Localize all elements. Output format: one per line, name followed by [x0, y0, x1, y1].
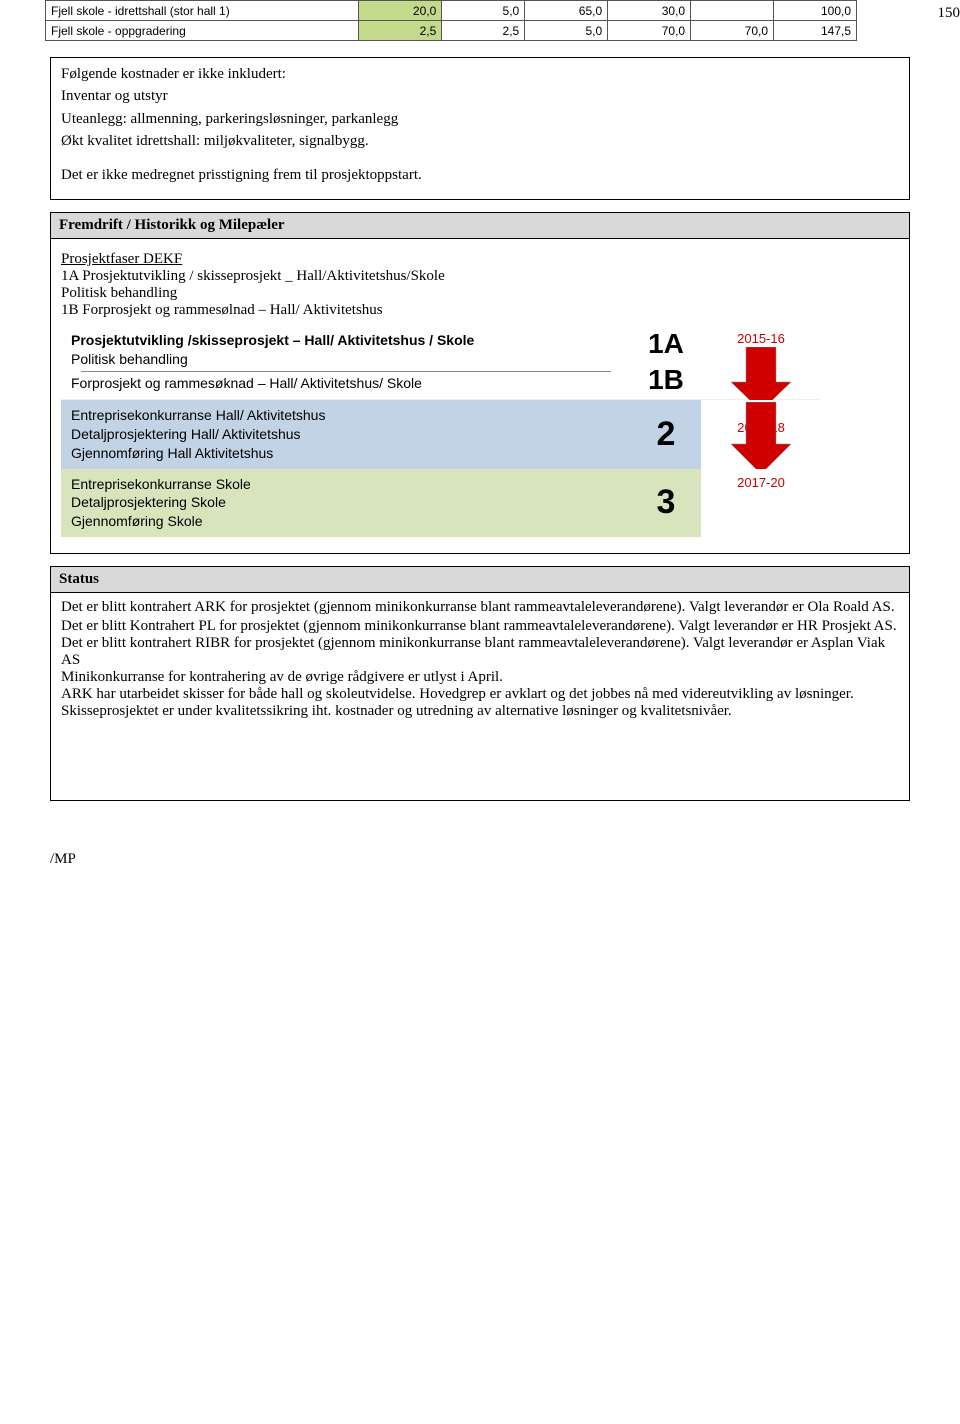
phase-text: Detaljprosjektering Hall/ Aktivitetshus	[71, 426, 301, 442]
cell	[691, 1, 774, 21]
footer-signature: /MP	[50, 851, 910, 868]
status-header: Status	[51, 567, 909, 593]
cell: 30,0	[608, 1, 691, 21]
year-label: 2015-16	[726, 331, 796, 346]
phase-num-1a: 1A	[648, 328, 684, 360]
cell: 2,5	[359, 21, 442, 41]
phase-text: Detaljprosjektering Skole	[71, 494, 226, 510]
text: Skisseprosjektet er under kvalitetssikri…	[61, 703, 899, 720]
text: Inventar og utstyr	[61, 86, 899, 106]
text: Minikonkurranse for kontrahering av de ø…	[61, 669, 899, 686]
year-label: 2017-20	[726, 475, 796, 490]
subheading: Prosjektfaser DEKF	[61, 251, 182, 267]
text: Uteanlegg: allmenning, parkeringsløsning…	[61, 109, 899, 129]
cost-table: Fjell skole - idrettshall (stor hall 1)2…	[45, 0, 857, 41]
row-label: Fjell skole - idrettshall (stor hall 1)	[46, 1, 359, 21]
cell: 70,0	[691, 21, 774, 41]
text: Det er blitt Kontrahert PL for prosjekte…	[61, 618, 899, 635]
phase-text: Politisk behandling	[71, 351, 188, 367]
cell: 5,0	[525, 21, 608, 41]
table-row: Fjell skole - idrettshall (stor hall 1)2…	[46, 1, 857, 21]
phase-text: Gjennomføring Skole	[71, 513, 203, 529]
text: 1A Prosjektutvikling / skisseprosjekt _ …	[61, 268, 899, 285]
progress-header: Fremdrift / Historikk og Milepæler	[51, 213, 909, 239]
phase-text: Forprosjekt og rammesøknad – Hall/ Aktiv…	[71, 375, 422, 391]
cell: 20,0	[359, 1, 442, 21]
cell: 147,5	[774, 21, 857, 41]
phase-text: Gjennomføring Hall Aktivitetshus	[71, 445, 273, 461]
text: Det er blitt kontrahert ARK for prosjekt…	[61, 597, 899, 617]
text: Det er ikke medregnet prisstigning frem …	[61, 165, 899, 185]
cell: 5,0	[442, 1, 525, 21]
cell: 65,0	[525, 1, 608, 21]
text: Det er blitt kontrahert RIBR for prosjek…	[61, 635, 899, 669]
text: Følgende kostnader er ikke inkludert:	[61, 64, 899, 84]
status-box: Status Det er blitt kontrahert ARK for p…	[50, 566, 910, 800]
progress-box: Fremdrift / Historikk og Milepæler Prosj…	[50, 212, 910, 554]
text: Politisk behandling	[61, 285, 899, 302]
cost-excluded-box: Følgende kostnader er ikke inkludert: In…	[50, 57, 910, 200]
cell: 70,0	[608, 21, 691, 41]
red-arrow-icon	[726, 402, 796, 474]
phase-num-2: 2	[631, 400, 701, 469]
phase-num-3: 3	[631, 469, 701, 538]
text: ARK har utarbeidet skisser for både hall…	[61, 686, 899, 703]
page-number: 150	[938, 5, 960, 21]
text: 1B Forprosjekt og rammesølnad – Hall/ Ak…	[61, 302, 899, 319]
cell: 100,0	[774, 1, 857, 21]
table-row: Fjell skole - oppgradering2,52,55,070,07…	[46, 21, 857, 41]
phase-text: Prosjektutvikling /skisseprosjekt – Hall…	[71, 332, 474, 348]
cell: 2,5	[442, 21, 525, 41]
phase-num-1b: 1B	[648, 364, 684, 396]
phase-text: Entreprisekonkurranse Hall/ Aktivitetshu…	[71, 407, 325, 423]
row-label: Fjell skole - oppgradering	[46, 21, 359, 41]
phase-text: Entreprisekonkurranse Skole	[71, 476, 251, 492]
text: Økt kvalitet idrettshall: miljøkvalitete…	[61, 131, 899, 151]
phase-diagram: Prosjektutvikling /skisseprosjekt – Hall…	[61, 325, 821, 537]
